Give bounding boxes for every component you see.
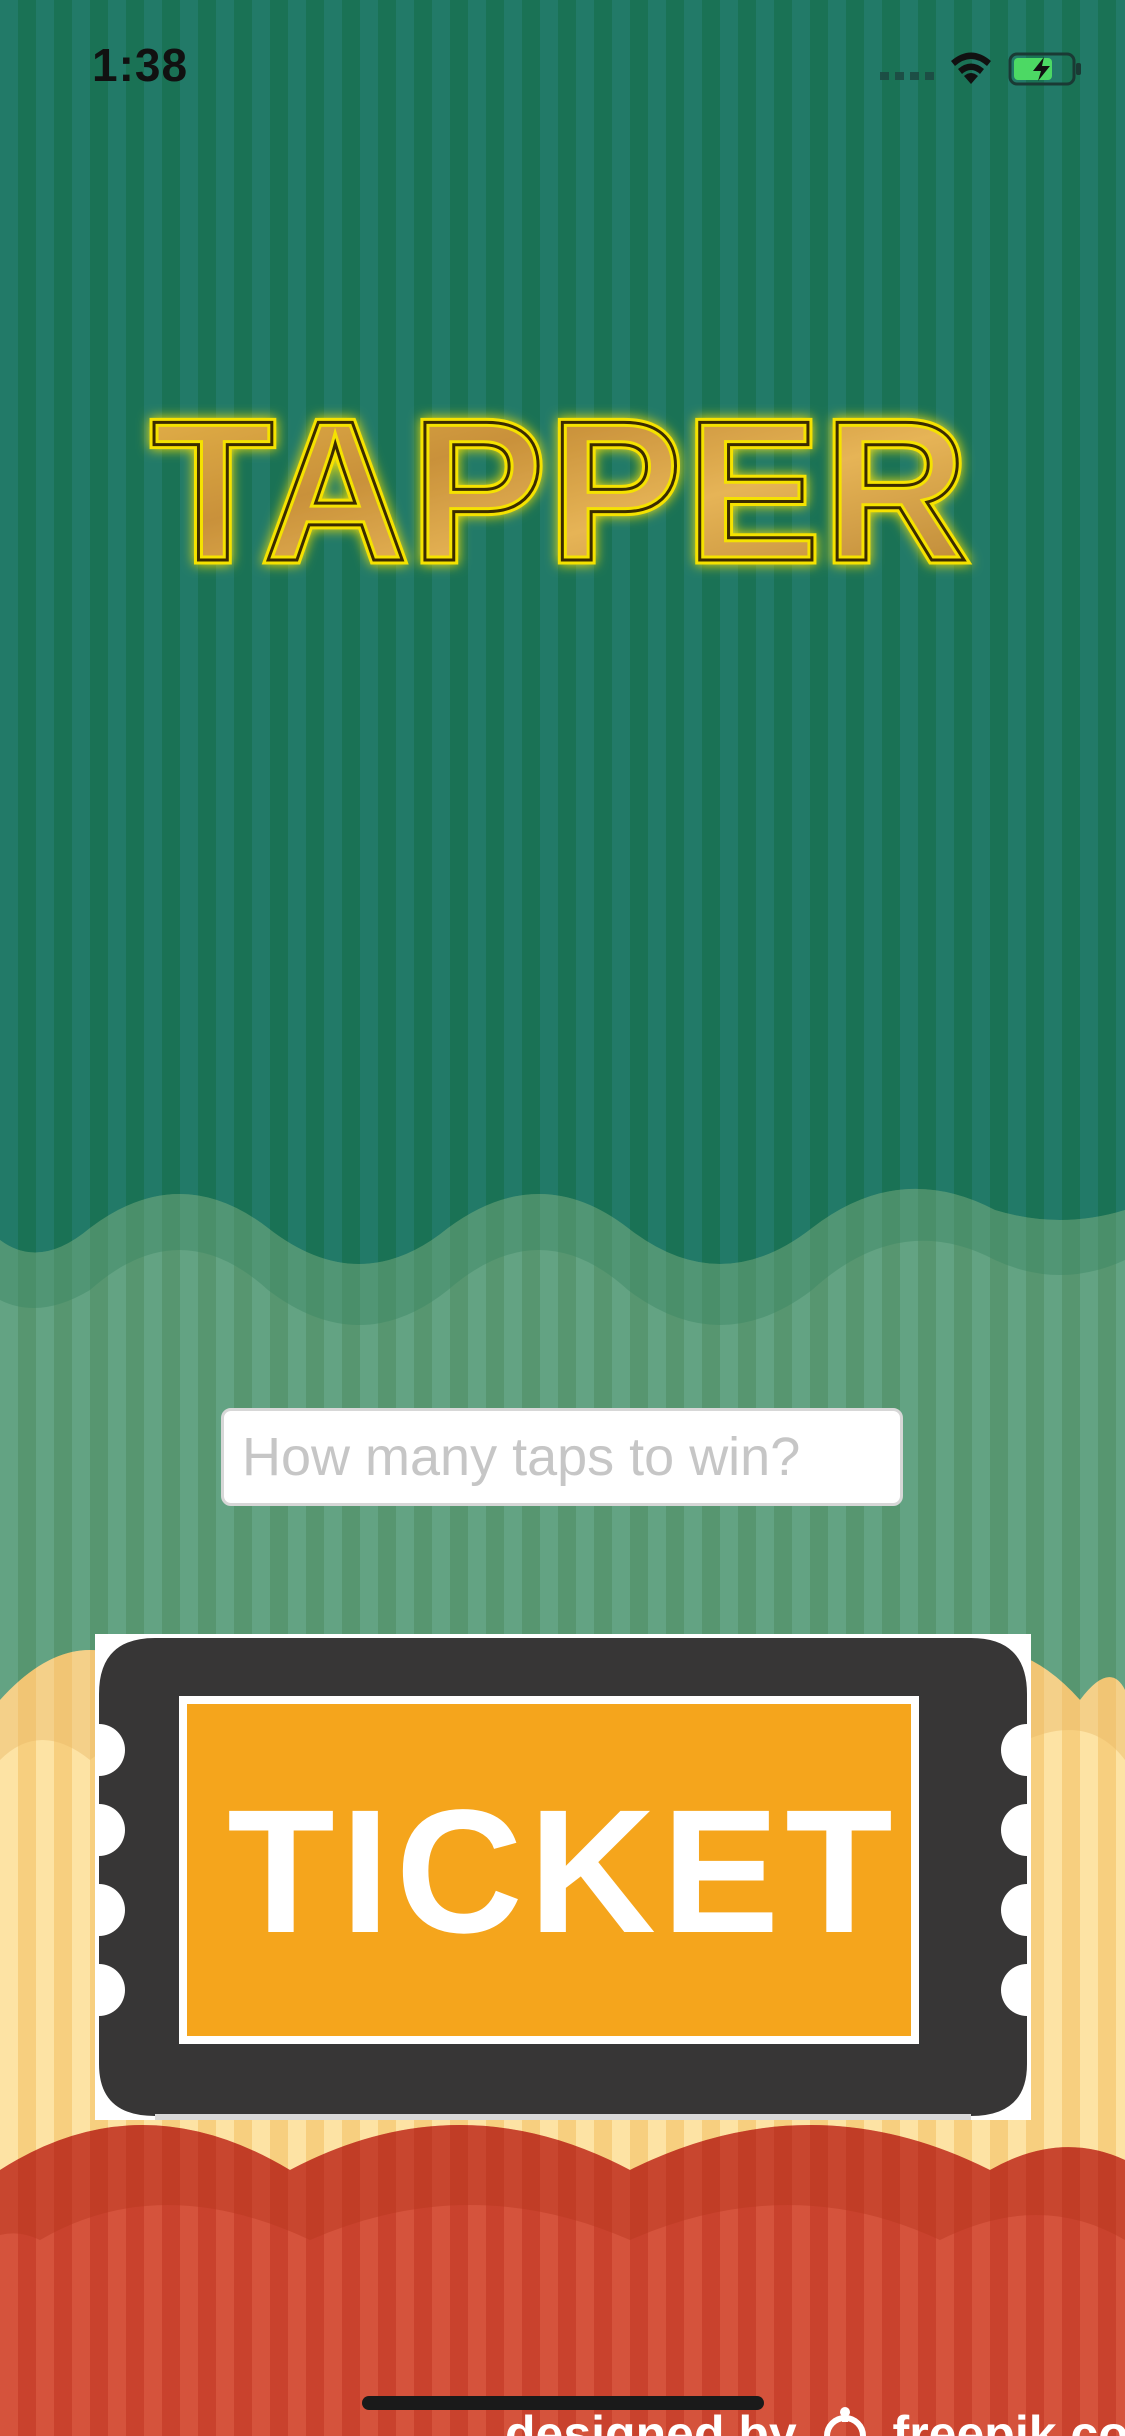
signal-icon (880, 72, 936, 80)
title-logo: TAPPER TAPPER (147, 376, 972, 608)
taps-to-win-input[interactable] (221, 1408, 903, 1506)
wifi-icon (951, 52, 991, 84)
home-indicator[interactable] (362, 2396, 764, 2410)
title-text-outline: TAPPER (152, 380, 972, 603)
credit-brand: freepik.com (892, 2406, 1125, 2436)
battery-charging-icon (1008, 52, 1081, 86)
freepik-logo-icon (823, 2407, 866, 2436)
ticket-button[interactable]: TICKET (95, 1634, 1031, 2120)
status-time: 1:38 (92, 39, 189, 91)
ticket-label: TICKET (227, 1774, 899, 1970)
game-screen: 1:38 TAPPER TAPPER How many taps to win?… (0, 0, 1125, 2436)
